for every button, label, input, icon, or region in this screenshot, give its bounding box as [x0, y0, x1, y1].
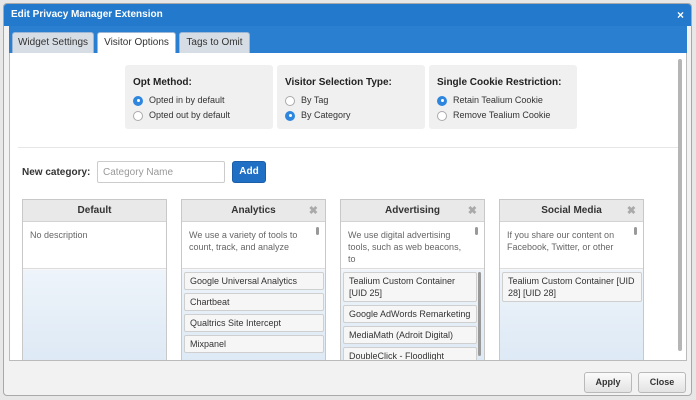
category-column-default: Default No description [22, 199, 167, 360]
category-tag-list: Tealium Custom Container [UID 28] [UID 2… [500, 269, 643, 302]
opted-in-label: Opted in by default [149, 95, 225, 105]
category-column-analytics: Analytics ✖ We use a variety of tools to… [181, 199, 326, 360]
opt-method-group: Opt Method: Opted in by default Opted ou… [125, 65, 273, 129]
tab-visitor-options[interactable]: Visitor Options [97, 32, 176, 54]
remove-category-icon[interactable]: ✖ [468, 200, 477, 222]
category-description-text: If you share our content on Facebook, Tw… [507, 230, 615, 252]
by-tag-label: By Tag [301, 95, 329, 105]
radio-selected-icon[interactable] [285, 110, 295, 121]
radio-unselected-icon[interactable] [437, 110, 447, 121]
category-column-social-media: Social Media ✖ If you share our content … [499, 199, 644, 360]
remove-category-icon[interactable]: ✖ [627, 200, 636, 222]
edit-privacy-manager-dialog: Edit Privacy Manager Extension × Widget … [3, 3, 692, 396]
category-header: Social Media ✖ [500, 200, 643, 222]
tag-item[interactable]: Tealium Custom Container [UID 28] [UID 2… [502, 272, 642, 302]
description-scrollbar[interactable] [475, 227, 478, 235]
category-tag-list [23, 269, 166, 272]
category-header: Advertising ✖ [341, 200, 484, 222]
by-tag-option[interactable]: By Tag [285, 93, 417, 108]
visitor-selection-group: Visitor Selection Type: By Tag By Catego… [277, 65, 425, 129]
tag-item[interactable]: MediaMath (Adroit Digital) [343, 326, 477, 344]
remove-cookie-label: Remove Tealium Cookie [453, 110, 551, 120]
radio-selected-icon[interactable] [437, 95, 447, 106]
new-category-label: New category: [22, 167, 91, 178]
panel-scrollbar[interactable] [678, 59, 682, 351]
tag-item[interactable]: DoubleClick - Floodlight [343, 347, 477, 360]
tab-widget-settings[interactable]: Widget Settings [12, 32, 94, 53]
tab-tags-to-omit[interactable]: Tags to Omit [179, 32, 250, 53]
remove-cookie-option[interactable]: Remove Tealium Cookie [437, 108, 569, 123]
radio-unselected-icon[interactable] [133, 110, 143, 121]
category-description: We use a variety of tools to count, trac… [182, 222, 325, 269]
category-name: Analytics [231, 205, 276, 216]
radio-unselected-icon[interactable] [285, 95, 295, 106]
visitor-selection-title: Visitor Selection Type: [285, 77, 392, 88]
category-description: We use digital advertising tools, such a… [341, 222, 484, 269]
tag-item[interactable]: Tealium Custom Container [UID 25] [343, 272, 477, 302]
category-name-input[interactable] [97, 161, 225, 183]
retain-cookie-label: Retain Tealium Cookie [453, 95, 543, 105]
retain-cookie-option[interactable]: Retain Tealium Cookie [437, 93, 569, 108]
dialog-title-bar: Edit Privacy Manager Extension × [4, 4, 691, 26]
category-column-advertising: Advertising ✖ We use digital advertising… [340, 199, 485, 360]
tag-item[interactable]: Google Universal Analytics [184, 272, 324, 290]
by-category-option[interactable]: By Category [285, 108, 417, 123]
category-description: No description [23, 222, 166, 269]
opted-out-label: Opted out by default [149, 110, 231, 120]
description-scrollbar[interactable] [316, 227, 319, 235]
tab-bar: Widget Settings Visitor Options Tags to … [9, 26, 687, 54]
tag-item[interactable]: Qualtrics Site Intercept [184, 314, 324, 332]
category-description-text: No description [30, 230, 88, 240]
category-description-text: We use digital advertising tools, such a… [348, 230, 462, 264]
single-cookie-group: Single Cookie Restriction: Retain Tealiu… [429, 65, 577, 129]
apply-button[interactable]: Apply [584, 372, 632, 393]
visitor-options-panel: Opt Method: Opted in by default Opted ou… [9, 53, 687, 361]
opted-out-option[interactable]: Opted out by default [133, 108, 265, 123]
by-category-label: By Category [301, 110, 351, 120]
category-description: If you share our content on Facebook, Tw… [500, 222, 643, 269]
category-name: Advertising [384, 205, 440, 216]
category-description-text: We use a variety of tools to count, trac… [189, 230, 298, 252]
opted-in-option[interactable]: Opted in by default [133, 93, 265, 108]
divider [18, 147, 678, 148]
tag-item[interactable]: Google AdWords Remarketing [343, 305, 477, 323]
tag-list-scrollbar[interactable] [478, 272, 481, 356]
description-scrollbar[interactable] [634, 227, 637, 235]
close-icon[interactable]: × [677, 4, 684, 26]
single-cookie-title: Single Cookie Restriction: [437, 77, 562, 88]
category-tag-list: Google Universal Analytics Chartbeat Qua… [182, 269, 325, 353]
category-tag-list: Tealium Custom Container [UID 25] Google… [341, 269, 484, 360]
category-header: Analytics ✖ [182, 200, 325, 222]
category-header: Default [23, 200, 166, 222]
opt-method-title: Opt Method: [133, 77, 192, 88]
category-name: Social Media [541, 205, 602, 216]
dialog-title: Edit Privacy Manager Extension [11, 9, 163, 20]
category-name: Default [77, 205, 112, 216]
add-category-button[interactable]: Add [232, 161, 266, 183]
radio-selected-icon[interactable] [133, 95, 143, 106]
tag-item[interactable]: Mixpanel [184, 335, 324, 353]
remove-category-icon[interactable]: ✖ [309, 200, 318, 222]
close-button[interactable]: Close [638, 372, 686, 393]
tag-item[interactable]: Chartbeat [184, 293, 324, 311]
